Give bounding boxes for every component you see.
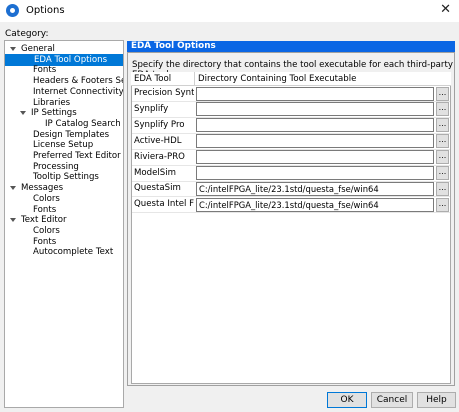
browse-button[interactable]: ... <box>436 150 449 165</box>
eda-tool-name: QuestaSim <box>134 183 181 194</box>
eda-tool-name: Precision Synth... <box>134 88 194 98</box>
browse-button[interactable]: ... <box>436 86 449 101</box>
expand-arrow-icon[interactable] <box>20 111 26 116</box>
expand-arrow-icon[interactable] <box>10 218 16 223</box>
browse-button[interactable]: ... <box>436 197 449 212</box>
eda-tool-name: Riviera-PRO <box>134 151 185 162</box>
tool-directory-field[interactable] <box>196 102 434 117</box>
tool-directory-field[interactable] <box>196 150 434 165</box>
category-label: Category: <box>5 29 49 39</box>
column-header-eda-tool[interactable]: EDA Tool <box>131 72 195 86</box>
close-icon[interactable]: ✕ <box>440 2 451 17</box>
eda-tool-name: ModelSim <box>134 167 177 178</box>
eda-tool-name: Active-HDL <box>134 135 182 146</box>
window-title: Options <box>26 5 65 16</box>
tool-directory-field[interactable] <box>196 118 434 133</box>
browse-button[interactable]: ... <box>436 118 449 133</box>
expand-arrow-icon[interactable] <box>10 47 16 51</box>
cancel-button[interactable]: Cancel <box>371 392 413 408</box>
tree-item-autocomplete-text[interactable]: Autocomplete Text <box>5 246 123 258</box>
browse-button[interactable]: ... <box>436 134 449 149</box>
browse-button[interactable]: ... <box>436 166 449 180</box>
tool-directory-field[interactable]: C:/intelFPGA_lite/23.1std/questa_fse/win… <box>196 181 434 196</box>
column-header-directory[interactable]: Directory Containing Tool Executable <box>195 72 451 86</box>
tool-directory-field[interactable] <box>196 166 434 180</box>
category-tree[interactable]: General EDA Tool Options Fonts Headers & Fo… <box>4 40 124 408</box>
tool-directory-field[interactable] <box>196 134 434 149</box>
title-bar: Options ✕ <box>0 0 459 22</box>
browse-button[interactable]: ... <box>436 181 449 196</box>
tree-item-label: Autocomplete Text <box>33 247 114 258</box>
tool-directory-field[interactable] <box>196 86 434 101</box>
eda-tool-name: Questa Intel FP... <box>134 199 194 210</box>
eda-tool-name: Synplify Pro <box>134 119 185 130</box>
app-icon <box>6 4 19 17</box>
browse-button[interactable]: ... <box>436 102 449 117</box>
tool-directory-field[interactable]: C:/intelFPGA_lite/23.1std/questa_fse/win… <box>196 197 434 212</box>
row-divider <box>132 212 450 214</box>
ok-button[interactable]: OK <box>327 392 367 408</box>
help-button[interactable]: Help <box>417 392 456 408</box>
panel-title: EDA Tool Options <box>127 41 455 52</box>
eda-tool-name: Synplify <box>134 103 169 114</box>
expand-arrow-icon[interactable] <box>10 186 16 191</box>
